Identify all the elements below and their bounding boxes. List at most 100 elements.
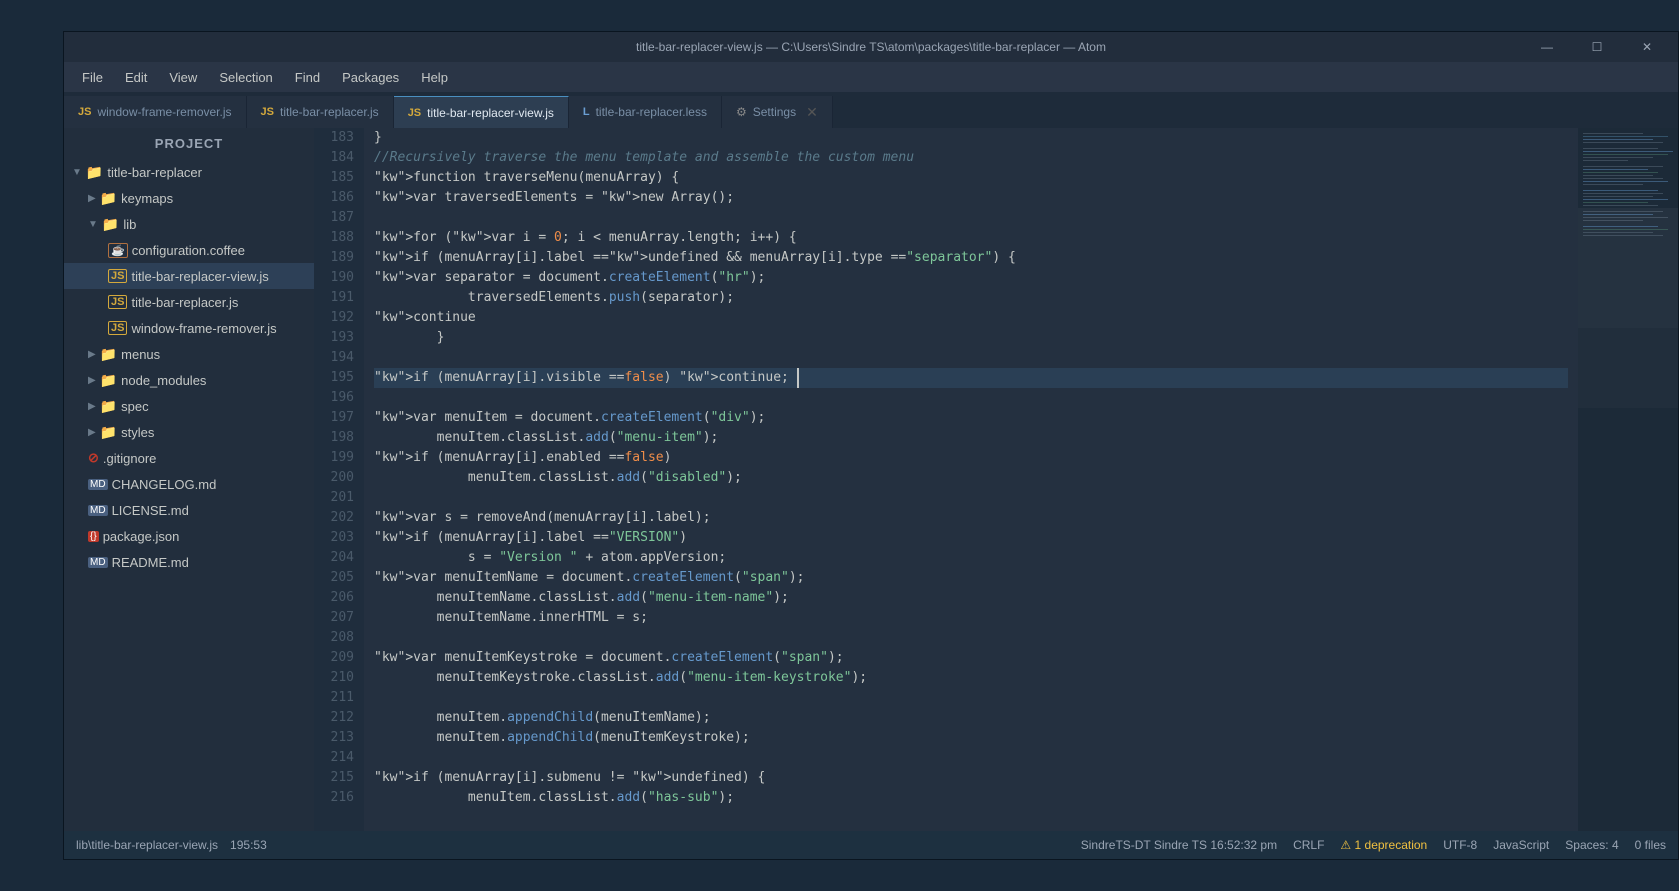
folder-icon: 📁 (100, 190, 117, 207)
menu-help[interactable]: Help (411, 66, 458, 89)
tree-item-readme[interactable]: MD README.md (64, 549, 314, 575)
md-icon: MD (88, 557, 108, 568)
tab-window-frame-remover[interactable]: JS window-frame-remover.js (64, 96, 247, 128)
status-line-endings[interactable]: CRLF (1293, 838, 1324, 852)
tree-item-label: window-frame-remover.js (131, 321, 276, 336)
close-button[interactable]: ✕ (1624, 32, 1670, 62)
tree-item-label: node_modules (121, 373, 206, 388)
status-position[interactable]: 195:53 (230, 838, 267, 852)
sidebar: Project ▼ 📁 title-bar-replacer ▶ 📁 keyma… (64, 128, 314, 831)
status-indent[interactable]: Spaces: 4 (1565, 838, 1618, 852)
tree-item-node-modules[interactable]: ▶ 📁 node_modules (64, 367, 314, 393)
code-line: "kw">continue (374, 308, 1568, 328)
code-line: "kw">if (menuArray[i].submenu != "kw">un… (374, 768, 1568, 788)
code-line: menuItem.appendChild(menuItemName); (374, 708, 1568, 728)
menu-bar: File Edit View Selection Find Packages H… (64, 62, 1678, 92)
line-numbers: 1831841851861871881891901911921931941951… (314, 128, 364, 831)
js-icon: JS (108, 295, 127, 309)
tree-item-lib[interactable]: ▼ 📁 lib (64, 211, 314, 237)
tab-label: title-bar-replacer.less (596, 105, 707, 119)
folder-icon: 📁 (100, 372, 117, 389)
tree-item-gitignore[interactable]: ⊘ .gitignore (64, 445, 314, 471)
tree-item-view-js[interactable]: JS title-bar-replacer-view.js (64, 263, 314, 289)
tree-item-label: configuration.coffee (132, 243, 245, 258)
code-line (374, 488, 1568, 508)
code-line (374, 208, 1568, 228)
status-bar: lib\title-bar-replacer-view.js 195:53 Si… (64, 831, 1678, 859)
code-line: "kw">var menuItemName = document.createE… (374, 568, 1568, 588)
cursor (789, 368, 799, 388)
folder-icon: 📁 (100, 424, 117, 441)
status-language[interactable]: JavaScript (1493, 838, 1549, 852)
chevron-right-icon: ▶ (88, 427, 96, 438)
minimize-button[interactable]: — (1524, 32, 1570, 62)
tree-item-package-json[interactable]: {} package.json (64, 523, 314, 549)
code-line: menuItemName.innerHTML = s; (374, 608, 1568, 628)
tab-settings[interactable]: ⚙ Settings ✕ (722, 96, 833, 128)
status-left: lib\title-bar-replacer-view.js 195:53 (76, 838, 267, 852)
tree-item-root[interactable]: ▼ 📁 title-bar-replacer (64, 159, 314, 185)
tree-item-label: LICENSE.md (112, 503, 189, 518)
window-frame: title-bar-replacer-view.js — C:\Users\Si… (63, 31, 1679, 860)
editor-area: 1831841851861871881891901911921931941951… (314, 128, 1678, 831)
tab-title-bar-replacer-less[interactable]: L title-bar-replacer.less (569, 96, 722, 128)
tree-item-label: .gitignore (103, 451, 156, 466)
json-icon: {} (88, 531, 99, 542)
tree-item-menus[interactable]: ▶ 📁 menus (64, 341, 314, 367)
maximize-button[interactable]: ☐ (1574, 32, 1620, 62)
code-line: "kw">var s = removeAnd(menuArray[i].labe… (374, 508, 1568, 528)
chevron-down-icon: ▼ (88, 219, 98, 230)
tree-item-remover-js[interactable]: JS window-frame-remover.js (64, 315, 314, 341)
tree-item-changelog[interactable]: MD CHANGELOG.md (64, 471, 314, 497)
folder-icon: 📁 (100, 398, 117, 415)
menu-selection[interactable]: Selection (209, 66, 282, 89)
menu-find[interactable]: Find (285, 66, 330, 89)
status-files[interactable]: 0 files (1635, 838, 1666, 852)
sidebar-title: Project (64, 128, 314, 159)
tree-item-license[interactable]: MD LICENSE.md (64, 497, 314, 523)
status-right: SindreTS-DT Sindre TS 16:52:32 pm CRLF ⚠… (1081, 838, 1666, 852)
menu-packages[interactable]: Packages (332, 66, 409, 89)
less-icon: L (583, 106, 590, 118)
tree-item-styles[interactable]: ▶ 📁 styles (64, 419, 314, 445)
md-icon: MD (88, 505, 108, 516)
code-line: "kw">var traversedElements = "kw">new Ar… (374, 188, 1568, 208)
tab-title-bar-replacer[interactable]: JS title-bar-replacer.js (247, 96, 394, 128)
code-line: menuItem.appendChild(menuItemKeystroke); (374, 728, 1568, 748)
tab-label: title-bar-replacer-view.js (427, 106, 554, 120)
status-warning[interactable]: ⚠ 1 deprecation (1340, 838, 1427, 852)
minimap[interactable] (1578, 128, 1678, 831)
tab-title-bar-replacer-view[interactable]: JS title-bar-replacer-view.js (394, 96, 569, 128)
tab-label: Settings (753, 105, 796, 119)
folder-icon: 📁 (100, 346, 117, 363)
menu-file[interactable]: File (72, 66, 113, 89)
md-icon: MD (88, 479, 108, 490)
status-encoding[interactable]: UTF-8 (1443, 838, 1477, 852)
close-tab-icon[interactable]: ✕ (806, 104, 818, 121)
tree-item-label: title-bar-replacer.js (131, 295, 238, 310)
tree-item-configuration-coffee[interactable]: ☕ configuration.coffee (64, 237, 314, 263)
title-bar: title-bar-replacer-view.js — C:\Users\Si… (64, 32, 1678, 62)
code-line: "kw">function traverseMenu(menuArray) { (374, 168, 1568, 188)
coffee-icon: ☕ (108, 243, 128, 258)
chevron-right-icon: ▶ (88, 349, 96, 360)
menu-edit[interactable]: Edit (115, 66, 157, 89)
tree-item-label: title-bar-replacer-view.js (131, 269, 268, 284)
menu-view[interactable]: View (159, 66, 207, 89)
code-content[interactable]: }//Recursively traverse the menu templat… (364, 128, 1578, 831)
tab-bar: JS window-frame-remover.js JS title-bar-… (64, 92, 1678, 128)
tree-item-label: menus (121, 347, 160, 362)
status-file-path[interactable]: lib\title-bar-replacer-view.js (76, 838, 218, 852)
file-tree: ▼ 📁 title-bar-replacer ▶ 📁 keymaps ▼ 📁 l… (64, 159, 314, 831)
tree-item-replacer-js[interactable]: JS title-bar-replacer.js (64, 289, 314, 315)
chevron-down-icon: ▼ (72, 167, 82, 178)
tree-item-label: CHANGELOG.md (112, 477, 217, 492)
code-line: "kw">var menuItemKeystroke = document.cr… (374, 648, 1568, 668)
code-line: //Recursively traverse the menu template… (374, 148, 1568, 168)
code-line: s = "Version " + atom.appVersion; (374, 548, 1568, 568)
tree-item-keymaps[interactable]: ▶ 📁 keymaps (64, 185, 314, 211)
tree-item-spec[interactable]: ▶ 📁 spec (64, 393, 314, 419)
tab-label: window-frame-remover.js (97, 105, 231, 119)
code-line: "kw">if (menuArray[i].visible == false) … (374, 368, 1568, 388)
code-line: traversedElements.push(separator); (374, 288, 1568, 308)
